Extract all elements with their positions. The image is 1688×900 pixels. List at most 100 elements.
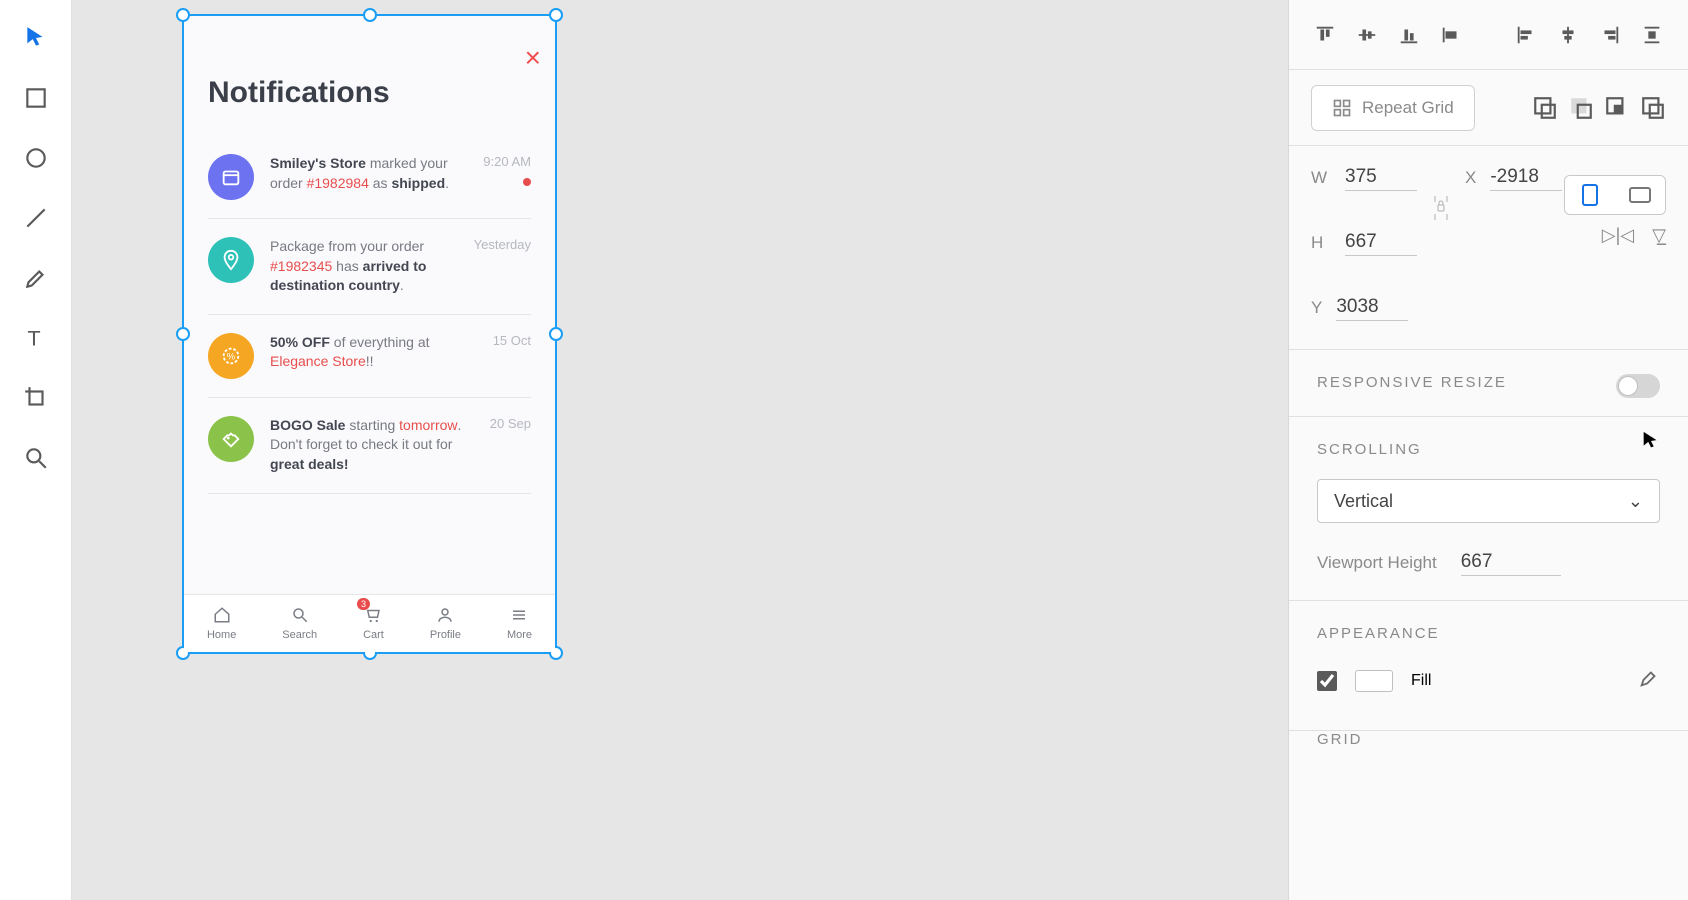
boolean-ops	[1532, 95, 1666, 121]
scrolling-label: SCROLLING	[1317, 441, 1422, 458]
notification-item[interactable]: Smiley's Store marked your order #198298…	[208, 136, 531, 219]
svg-text:%: %	[227, 351, 235, 361]
tab-profile[interactable]: Profile	[430, 606, 461, 641]
select-tool[interactable]	[20, 22, 52, 54]
orientation-toggle	[1564, 175, 1666, 215]
distribute-h-button[interactable]	[1638, 21, 1666, 49]
chevron-down-icon: ⌄	[1628, 491, 1643, 512]
notification-text: Smiley's Store marked your order #198298…	[270, 154, 473, 200]
notification-avatar-icon	[208, 416, 254, 462]
align-top-button[interactable]	[1311, 21, 1339, 49]
inspector-panel: Repeat Grid W X	[1288, 0, 1688, 900]
artboard-content: × Notifications Smiley's Store marked yo…	[184, 16, 555, 652]
ellipse-tool[interactable]	[20, 142, 52, 174]
notification-avatar-icon: %	[208, 333, 254, 379]
notification-time: 20 Sep	[490, 416, 531, 475]
tab-label: Home	[207, 629, 236, 641]
artboard-selected[interactable]: × Notifications Smiley's Store marked yo…	[182, 14, 557, 654]
tab-more[interactable]: More	[507, 606, 532, 641]
repeat-grid-label: Repeat Grid	[1362, 98, 1454, 118]
fill-swatch[interactable]	[1355, 670, 1393, 692]
search-icon	[291, 606, 309, 627]
landscape-button[interactable]	[1615, 176, 1665, 214]
fill-checkbox[interactable]	[1317, 671, 1337, 691]
boolean-exclude-icon[interactable]	[1640, 95, 1666, 121]
responsive-resize-row: RESPONSIVE RESIZE	[1289, 350, 1688, 417]
notification-time: 15 Oct	[493, 333, 531, 379]
distribute-v-button[interactable]	[1437, 21, 1465, 49]
flip-horizontal-icon[interactable]: ▷|◁	[1602, 225, 1634, 246]
notification-avatar-icon	[208, 154, 254, 200]
pen-tool[interactable]	[20, 262, 52, 294]
notification-text: 50% OFF of everything at Elegance Store!…	[270, 333, 483, 379]
magnifier-icon	[23, 445, 49, 471]
portrait-button[interactable]	[1565, 176, 1615, 214]
y-input[interactable]	[1336, 294, 1408, 321]
tab-label: Profile	[430, 629, 461, 641]
artboard-icon	[23, 385, 49, 411]
align-middle-button[interactable]	[1353, 21, 1381, 49]
responsive-resize-label: RESPONSIVE RESIZE	[1317, 374, 1507, 391]
tab-bar: HomeSearch3CartProfileMore	[184, 594, 555, 652]
grid-label: GRID	[1289, 731, 1688, 756]
viewport-height-label: Viewport Height	[1317, 553, 1437, 573]
fill-label: Fill	[1411, 672, 1431, 690]
viewport-height-input[interactable]	[1461, 549, 1561, 576]
align-right-button[interactable]	[1596, 21, 1624, 49]
repeat-grid-button[interactable]: Repeat Grid	[1311, 85, 1475, 131]
boolean-add-icon[interactable]	[1532, 95, 1558, 121]
tab-label: Cart	[363, 629, 384, 641]
more-icon	[510, 606, 528, 627]
width-input[interactable]	[1345, 164, 1417, 191]
height-label: H	[1311, 233, 1331, 253]
y-label: Y	[1311, 298, 1322, 318]
lock-icon[interactable]	[1434, 194, 1448, 227]
artboard-tool[interactable]	[20, 382, 52, 414]
responsive-toggle[interactable]	[1616, 374, 1660, 398]
eyedropper-icon[interactable]	[1638, 667, 1660, 694]
notification-text: Package from your order #1982345 has arr…	[270, 237, 464, 296]
notification-avatar-icon	[208, 237, 254, 283]
close-icon[interactable]: ×	[525, 42, 541, 74]
cart-icon	[364, 606, 382, 627]
x-label: X	[1465, 168, 1476, 188]
flip-vertical-icon[interactable]: ▽̲	[1652, 225, 1666, 246]
notification-item[interactable]: % 50% OFF of everything at Elegance Store…	[208, 315, 531, 398]
cart-badge: 3	[357, 598, 370, 610]
alignment-row	[1289, 0, 1688, 70]
align-bottom-button[interactable]	[1395, 21, 1423, 49]
text-tool[interactable]: T	[20, 322, 52, 354]
scrolling-select[interactable]: Vertical ⌄	[1317, 479, 1660, 523]
pen-icon	[23, 265, 49, 291]
circle-icon	[23, 145, 49, 171]
notification-time: 9:20 AM	[483, 154, 531, 200]
grid-icon	[1332, 98, 1352, 118]
notification-list: Smiley's Store marked your order #198298…	[208, 136, 531, 494]
square-icon	[23, 85, 49, 111]
notification-text: BOGO Sale starting tomorrow. Don't forge…	[270, 416, 480, 475]
dimensions-row: W X ▷|◁ ▽̲ H	[1289, 146, 1688, 349]
scrolling-value: Vertical	[1334, 491, 1393, 512]
boolean-intersect-icon[interactable]	[1604, 95, 1630, 121]
notification-time: Yesterday	[474, 237, 531, 296]
boolean-subtract-icon[interactable]	[1568, 95, 1594, 121]
zoom-tool[interactable]	[20, 442, 52, 474]
svg-text:T: T	[27, 326, 40, 351]
tab-search[interactable]: Search	[282, 606, 317, 641]
tab-cart[interactable]: 3Cart	[363, 606, 384, 641]
page-title: Notifications	[208, 76, 390, 110]
rectangle-tool[interactable]	[20, 82, 52, 114]
notification-item[interactable]: Package from your order #1982345 has arr…	[208, 219, 531, 315]
line-tool[interactable]	[20, 202, 52, 234]
height-input[interactable]	[1345, 229, 1417, 256]
align-left-button[interactable]	[1512, 21, 1540, 49]
tab-home[interactable]: Home	[207, 606, 236, 641]
align-group-vertical	[1311, 21, 1465, 49]
align-center-button[interactable]	[1554, 21, 1582, 49]
text-icon: T	[23, 325, 49, 351]
tab-label: Search	[282, 629, 317, 641]
cursor-icon	[23, 25, 49, 51]
line-icon	[23, 205, 49, 231]
notification-item[interactable]: BOGO Sale starting tomorrow. Don't forge…	[208, 398, 531, 494]
appearance-section: APPEARANCE Fill	[1289, 601, 1688, 731]
